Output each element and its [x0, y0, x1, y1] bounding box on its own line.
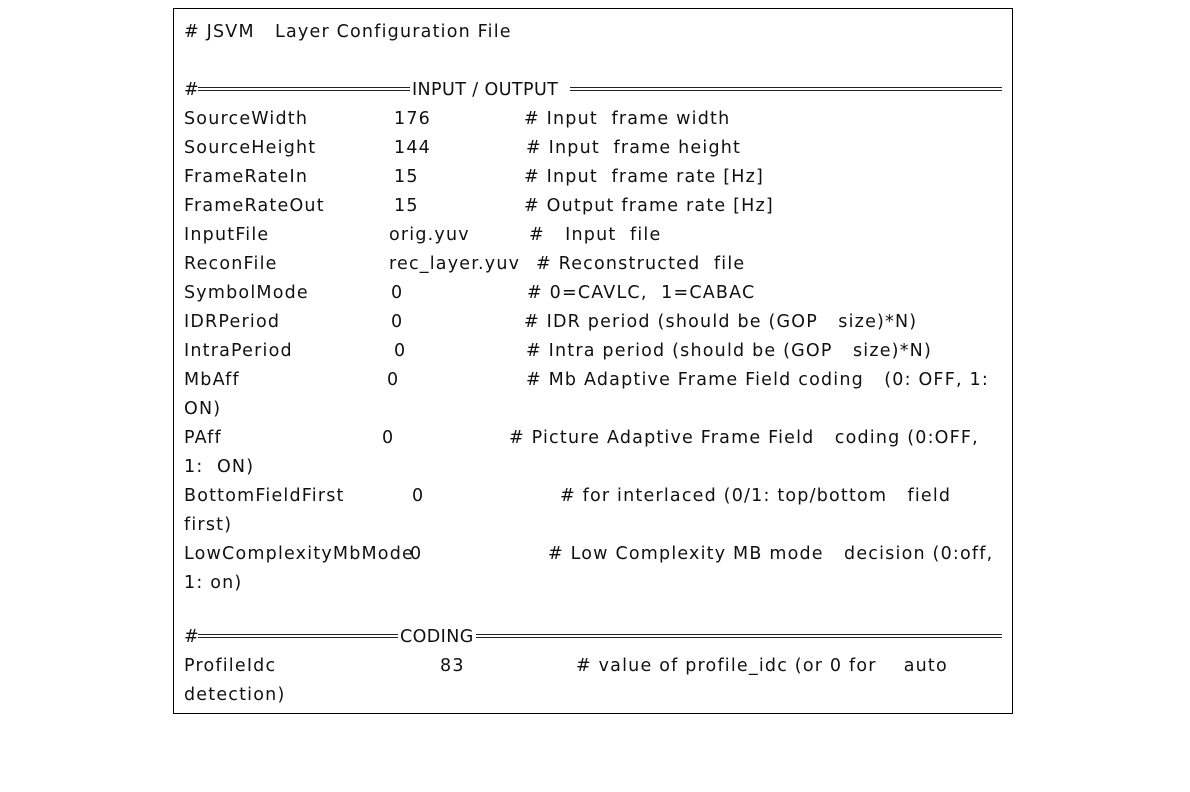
- config-row-symbol-mode: SymbolMode 0 # 0=CAVLC, 1=CABAC: [184, 279, 754, 307]
- config-row-bottom-field-first-continuation: first): [184, 515, 233, 535]
- config-key: FrameRateIn: [184, 167, 309, 187]
- config-value: 83: [440, 656, 465, 676]
- config-key: InputFile: [184, 225, 270, 245]
- config-row-intra-period: IntraPeriod 0 # Intra period (should be …: [184, 337, 931, 365]
- separator-rule-right: [476, 634, 1002, 638]
- config-key: IntraPeriod: [184, 341, 293, 361]
- config-comment: # Intra period (should be (GOP size)*N): [526, 341, 932, 361]
- config-row-mb-aff-continuation: ON): [184, 399, 222, 419]
- config-comment: # Output frame rate [Hz]: [524, 196, 774, 216]
- config-row-mb-aff: MbAff 0 # Mb Adaptive Frame Field coding…: [184, 366, 988, 394]
- config-row-profile-idc: ProfileIdc 83 # value of profile_idc (or…: [184, 652, 947, 680]
- config-comment: # for interlaced (0/1: top/bottom field: [560, 486, 952, 506]
- config-comment: # 0=CAVLC, 1=CABAC: [527, 283, 756, 303]
- config-row-profile-idc-continuation: detection): [184, 685, 286, 705]
- config-value: 0: [394, 341, 407, 361]
- config-key: SymbolMode: [184, 283, 309, 303]
- config-key: FrameRateOut: [184, 196, 325, 216]
- config-row-frame-rate-out: FrameRateOut 15 # Output frame rate [Hz]: [184, 192, 773, 220]
- config-key: SourceHeight: [184, 138, 317, 158]
- config-row-low-complexity-mb-mode-continuation: 1: on): [184, 573, 243, 593]
- config-value: 0: [410, 544, 423, 564]
- config-key: ProfileIdc: [184, 656, 277, 676]
- config-value: 144: [394, 138, 432, 158]
- config-row-source-height: SourceHeight 144 # Input frame height: [184, 134, 740, 162]
- section-separator-coding: # CODING: [184, 623, 1002, 651]
- config-row-input-file: InputFile orig.yuv # Input file: [184, 221, 660, 249]
- separator-rule-right: [570, 87, 1002, 91]
- config-row-source-width: SourceWidth 176 # Input frame width: [184, 105, 729, 133]
- config-row-paff-continuation: 1: ON): [184, 457, 255, 477]
- config-value: 0: [387, 370, 400, 390]
- config-row-idr-period: IDRPeriod 0 # IDR period (should be (GOP…: [184, 308, 916, 336]
- config-key: BottomFieldFirst: [184, 486, 345, 506]
- config-comment: # Input frame width: [524, 109, 731, 129]
- config-value: orig.yuv: [389, 225, 470, 245]
- config-key: SourceWidth: [184, 109, 309, 129]
- config-row-low-complexity-mb-mode: LowComplexityMbMode 0 # Low Complexity M…: [184, 540, 992, 568]
- config-key: PAff: [184, 428, 222, 448]
- separator-hash: #: [184, 627, 199, 647]
- config-row-paff: PAff 0 # Picture Adaptive Frame Field co…: [184, 424, 978, 452]
- config-comment: # Input frame height: [526, 138, 742, 158]
- config-row-frame-rate-in: FrameRateIn 15 # Input frame rate [Hz]: [184, 163, 763, 191]
- config-value: 0: [382, 428, 395, 448]
- separator-rule-left: [198, 87, 422, 91]
- separator-rule-left: [198, 634, 408, 638]
- config-value: 0: [391, 283, 404, 303]
- config-file-document: # JSVM Layer Configuration File # INPUT …: [173, 8, 1013, 714]
- config-value: 15: [394, 167, 419, 187]
- section-label: CODING: [398, 623, 476, 651]
- config-comment: # Input frame rate [Hz]: [524, 167, 765, 187]
- config-key: MbAff: [184, 370, 240, 390]
- config-comment: # value of profile_idc (or 0 for auto: [576, 656, 948, 676]
- config-comment: # Low Complexity MB mode decision (0:off…: [548, 544, 994, 564]
- config-value: 0: [412, 486, 425, 506]
- config-value: rec_layer.yuv: [389, 254, 521, 274]
- config-value: 0: [391, 312, 404, 332]
- file-title: # JSVM Layer Configuration File: [184, 22, 512, 42]
- config-key: IDRPeriod: [184, 312, 281, 332]
- config-key: LowComplexityMbMode: [184, 544, 414, 564]
- config-value: 176: [394, 109, 432, 129]
- config-comment: # Input file: [529, 225, 662, 245]
- config-comment: # Reconstructed file: [536, 254, 746, 274]
- config-comment: # Picture Adaptive Frame Field coding (0…: [509, 428, 979, 448]
- separator-hash: #: [184, 80, 199, 100]
- config-row-recon-file: ReconFile rec_layer.yuv # Reconstructed …: [184, 250, 744, 278]
- config-comment: # Mb Adaptive Frame Field coding (0: OFF…: [526, 370, 989, 390]
- config-key: ReconFile: [184, 254, 278, 274]
- config-row-bottom-field-first: BottomFieldFirst 0 # for interlaced (0/1…: [184, 482, 950, 510]
- section-separator-input-output: # INPUT / OUTPUT: [184, 76, 1002, 104]
- section-label: INPUT / OUTPUT: [410, 76, 561, 104]
- config-comment: # IDR period (should be (GOP size)*N): [524, 312, 918, 332]
- config-value: 15: [394, 196, 419, 216]
